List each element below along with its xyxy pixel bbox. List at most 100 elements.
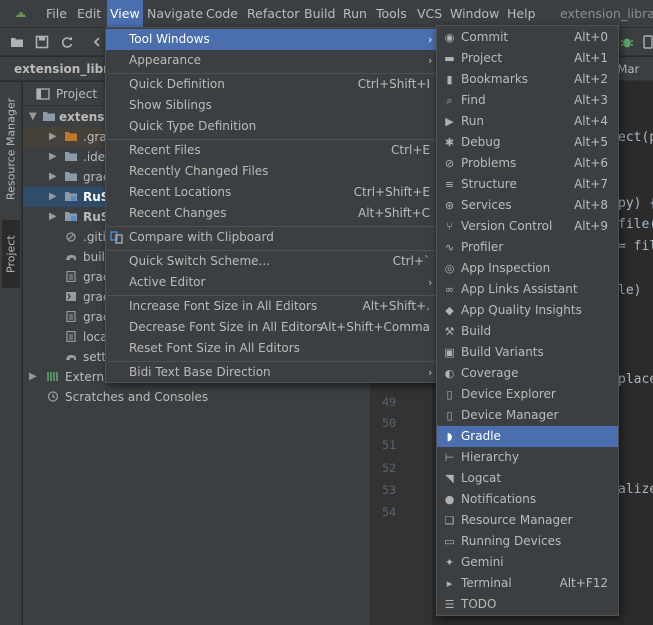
menu-item-resource-manager[interactable]: ❏ Resource Manager: [437, 510, 618, 531]
menu-item-increase-font-size[interactable]: Increase Font Size in All Editors Alt+Sh…: [106, 296, 436, 317]
open-folder-icon[interactable]: [10, 35, 24, 49]
menu-item-reset-font-size[interactable]: Reset Font Size in All Editors: [106, 338, 436, 359]
menu-build[interactable]: Build: [304, 0, 335, 28]
folder-icon: [65, 172, 77, 181]
menu-item-shortcut: Ctrl+`: [392, 254, 430, 268]
menu-item-app-links[interactable]: ∞ App Links Assistant: [437, 279, 618, 300]
notifications-icon: ●: [444, 493, 455, 506]
menu-tools[interactable]: Tools: [376, 0, 407, 28]
menu-item-quick-type-definition[interactable]: Quick Type Definition: [106, 116, 436, 137]
services-icon: ⊛: [444, 199, 455, 212]
profiler-icon: ∿: [444, 241, 455, 254]
menu-item-find[interactable]: ⌕ Find Alt+3: [437, 90, 618, 111]
menu-item-label: Gemini: [461, 555, 504, 569]
menu-run[interactable]: Run: [343, 0, 367, 28]
line-number: 49: [382, 395, 396, 409]
module-folder-icon: [65, 192, 77, 201]
menu-item-label: TODO: [461, 597, 497, 611]
save-icon[interactable]: [35, 35, 49, 49]
menu-item-label: Coverage: [461, 366, 519, 380]
menu-edit[interactable]: Edit: [77, 0, 101, 28]
menu-file[interactable]: File: [46, 0, 67, 28]
code-line: le): [618, 283, 642, 298]
submenu-arrow-icon: ›: [428, 54, 433, 67]
menu-item-problems[interactable]: ⊘ Problems Alt+6: [437, 153, 618, 174]
properties-file-icon: [66, 331, 76, 342]
menu-item-recently-changed-files[interactable]: Recently Changed Files: [106, 161, 436, 182]
menu-item-terminal[interactable]: ▸ Terminal Alt+F12: [437, 573, 618, 594]
menu-item-shortcut: Alt+3: [574, 93, 608, 107]
menu-item-recent-locations[interactable]: Recent Locations Ctrl+Shift+E: [106, 182, 436, 203]
menu-item-debug[interactable]: ✱ Debug Alt+5: [437, 132, 618, 153]
menu-item-label: Active Editor: [129, 275, 206, 289]
menu-item-compare-with-clipboard[interactable]: Compare with Clipboard: [106, 227, 436, 248]
menu-item-decrease-font-size[interactable]: Decrease Font Size in All Editors Alt+Sh…: [106, 317, 436, 338]
gradle-file-icon: [66, 254, 76, 260]
menu-item-gradle[interactable]: ◗ Gradle: [437, 426, 618, 447]
menu-item-run[interactable]: ▶ Run Alt+4: [437, 111, 618, 132]
menu-item-todo[interactable]: ☰ TODO: [437, 594, 618, 615]
sync-icon[interactable]: [60, 35, 74, 49]
menu-item-active-editor[interactable]: Active Editor ›: [106, 272, 436, 293]
menu-item-device-explorer[interactable]: ▯ Device Explorer: [437, 384, 618, 405]
menu-item-build[interactable]: ⚒ Build: [437, 321, 618, 342]
menu-item-recent-files[interactable]: Recent Files Ctrl+E: [106, 140, 436, 161]
menu-item-version-control[interactable]: ⑂ Version Control Alt+9: [437, 216, 618, 237]
menu-item-coverage[interactable]: ◐ Coverage: [437, 363, 618, 384]
menu-item-hierarchy[interactable]: ⊢ Hierarchy: [437, 447, 618, 468]
menu-item-label: App Quality Insights: [461, 303, 582, 317]
menu-item-label: Build: [461, 324, 492, 338]
device-icon[interactable]: [641, 35, 653, 49]
menu-item-quick-definition[interactable]: Quick Definition Ctrl+Shift+I: [106, 74, 436, 95]
back-icon[interactable]: [90, 35, 104, 49]
menu-item-bidi-text-direction[interactable]: Bidi Text Base Direction ›: [106, 362, 436, 383]
menu-item-app-quality[interactable]: ◆ App Quality Insights: [437, 300, 618, 321]
tree-row-scratches[interactable]: Scratches and Consoles: [23, 387, 370, 407]
menu-vcs[interactable]: VCS: [417, 0, 442, 28]
menu-item-label: Device Explorer: [461, 387, 556, 401]
menu-item-label: Run: [461, 114, 485, 128]
menu-item-structure[interactable]: ≡ Structure Alt+7: [437, 174, 618, 195]
menu-item-label: Debug: [461, 135, 501, 149]
submenu-arrow-icon: ›: [428, 366, 433, 379]
menu-item-commit[interactable]: ◉ Commit Alt+0: [437, 27, 618, 48]
project-tab[interactable]: Project: [2, 220, 20, 288]
menu-item-notifications[interactable]: ● Notifications: [437, 489, 618, 510]
code-line: alize: [618, 482, 653, 497]
menu-item-label: App Links Assistant: [461, 282, 578, 296]
menu-item-appearance[interactable]: Appearance ›: [106, 50, 436, 71]
resource-manager-tab[interactable]: Resource Manager: [2, 94, 20, 204]
bug-icon[interactable]: [620, 35, 634, 49]
project-panel-title[interactable]: Project: [56, 82, 97, 106]
menu-item-label: Find: [461, 93, 486, 107]
menu-item-bookmarks[interactable]: ▮ Bookmarks Alt+2: [437, 69, 618, 90]
menu-navigate[interactable]: Navigate: [147, 0, 203, 28]
menu-view[interactable]: View: [107, 0, 143, 28]
scratches-icon: [47, 391, 59, 402]
script-file-icon: [66, 292, 76, 301]
menu-help[interactable]: Help: [507, 0, 536, 28]
menu-item-recent-changes[interactable]: Recent Changes Alt+Shift+C: [106, 203, 436, 224]
menu-item-running-devices[interactable]: ▭ Running Devices: [437, 531, 618, 552]
menu-item-project[interactable]: ▬ Project Alt+1: [437, 48, 618, 69]
menu-item-app-inspection[interactable]: ◎ App Inspection: [437, 258, 618, 279]
project-icon: ▬: [444, 52, 455, 65]
menu-bar: File Edit View Navigate Code Refactor Bu…: [0, 0, 653, 28]
menu-item-label: Increase Font Size in All Editors: [129, 299, 318, 313]
menu-item-quick-switch-scheme[interactable]: Quick Switch Scheme... Ctrl+`: [106, 251, 436, 272]
menu-item-build-variants[interactable]: ▣ Build Variants: [437, 342, 618, 363]
menu-item-gemini[interactable]: ✦ Gemini: [437, 552, 618, 573]
menu-item-shortcut: Alt+8: [574, 198, 608, 212]
menu-window[interactable]: Window: [450, 0, 499, 28]
menu-item-show-siblings[interactable]: Show Siblings: [106, 95, 436, 116]
menu-code[interactable]: Code: [206, 0, 238, 28]
menu-item-tool-windows[interactable]: Tool Windows ›: [106, 29, 436, 50]
menu-item-label: Quick Type Definition: [129, 119, 257, 133]
menu-item-logcat[interactable]: ◥ Logcat: [437, 468, 618, 489]
menu-item-device-manager[interactable]: ▯ Device Manager: [437, 405, 618, 426]
menu-item-services[interactable]: ⊛ Services Alt+8: [437, 195, 618, 216]
problems-icon: ⊘: [444, 157, 455, 170]
menu-refactor[interactable]: Refactor: [247, 0, 299, 28]
line-number: 51: [382, 438, 396, 452]
menu-item-profiler[interactable]: ∿ Profiler: [437, 237, 618, 258]
